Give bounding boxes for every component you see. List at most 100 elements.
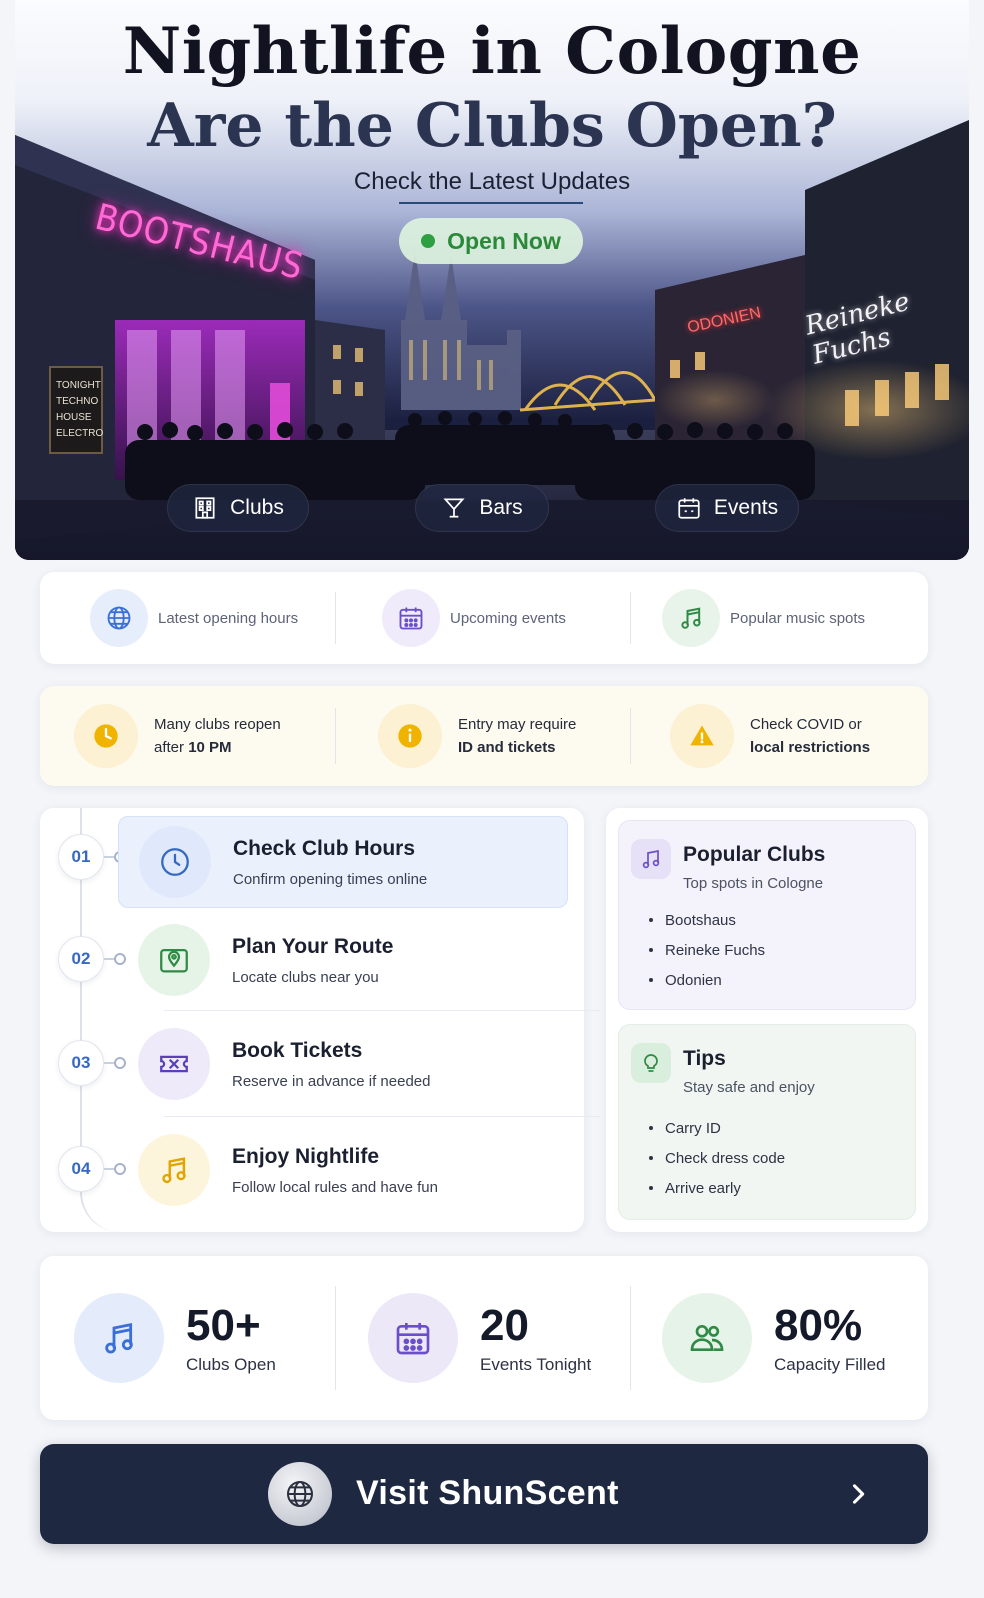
step-connector: [104, 1163, 126, 1175]
step-desc: Locate clubs near you: [232, 968, 379, 986]
visit-shunscent-button[interactable]: Visit ShunScent: [40, 1444, 928, 1544]
globe-icon: [107, 606, 131, 630]
popular-clubs-list: Bootshaus Reineke Fuchs Odonien: [649, 905, 765, 995]
cocktail-icon: [443, 498, 466, 518]
step-connector: [104, 1057, 126, 1069]
step-check-club-hours[interactable]: Check Club Hours Confirm opening times o…: [118, 816, 568, 908]
divider: [335, 592, 336, 644]
music-chalkboard: TONIGHT TECHNO HOUSE ELECTRO: [49, 366, 103, 454]
music-note-icon: [105, 1322, 133, 1354]
step-title: Enjoy Nightlife: [232, 1144, 379, 1168]
list-item: Check dress code: [649, 1143, 785, 1173]
panel-subtitle: Top spots in Cologne: [683, 875, 824, 892]
step-title: Check Club Hours: [233, 836, 416, 860]
list-item[interactable]: Reineke Fuchs: [649, 935, 765, 965]
divider: [335, 1286, 336, 1390]
chalkboard-line: TONIGHT: [56, 380, 101, 391]
stat-value: 50+: [186, 1301, 261, 1350]
tips-panel: Tips Stay safe and enjoy Carry ID Check …: [618, 1024, 916, 1220]
feature-icon-wrap: [90, 589, 148, 647]
stats-card: 50+ Clubs Open 20 Events Tonight 80% Cap…: [40, 1256, 928, 1420]
popular-clubs-panel: Popular Clubs Top spots in Cologne Boots…: [618, 820, 916, 1010]
status-badge-label: Open Now: [447, 227, 561, 254]
calendar-icon: [678, 498, 700, 519]
people-icon: [690, 1325, 724, 1351]
step-book-tickets[interactable]: Book Tickets Reserve in advance if neede…: [118, 1018, 568, 1110]
notice-icon-wrap: [74, 704, 138, 768]
notice-id-tickets: Entry may require ID and tickets: [378, 704, 576, 768]
tab-clubs[interactable]: Clubs: [167, 484, 309, 532]
step-number: 02: [58, 936, 104, 982]
ticket-icon: [160, 1055, 188, 1073]
notice-line: Check COVID or: [750, 716, 862, 733]
panel-subtitle: Stay safe and enjoy: [683, 1079, 815, 1096]
stat-value: 20: [480, 1301, 529, 1350]
step-separator: [164, 1116, 600, 1117]
step-plan-route[interactable]: Plan Your Route Locate clubs near you: [118, 914, 568, 1006]
panel-icon-wrap: [631, 1043, 671, 1083]
tips-list: Carry ID Check dress code Arrive early: [649, 1113, 785, 1203]
chalkboard-line: HOUSE: [56, 412, 92, 423]
notice-reopen-time: Many clubs reopen after 10 PM: [74, 704, 281, 768]
notice-line: ID and tickets: [458, 739, 556, 756]
stat-text: 20 Events Tonight: [480, 1301, 591, 1375]
stat-icon-wrap: [662, 1293, 752, 1383]
list-item[interactable]: Bootshaus: [649, 905, 765, 935]
panel-title: Popular Clubs: [683, 843, 826, 866]
hero-banner: BOOTSHAUS TONIGHT TECHNO HOUSE ELECTRO O…: [15, 0, 969, 560]
side-info-card: Popular Clubs Top spots in Cologne Boots…: [606, 808, 928, 1232]
step-icon-wrap: [138, 1134, 210, 1206]
list-item[interactable]: Odonien: [649, 965, 765, 995]
panel-title: Tips: [683, 1047, 726, 1070]
divider: [335, 708, 336, 764]
tab-events[interactable]: Events: [655, 484, 799, 532]
step-text: Plan Your Route Locate clubs near you: [232, 935, 393, 986]
lightbulb-icon: [644, 1054, 658, 1072]
chalkboard-line: ELECTRO: [56, 428, 104, 439]
feature-label: Upcoming events: [450, 609, 566, 627]
notice-restrictions: Check COVID or local restrictions: [670, 704, 870, 768]
step-desc: Reserve in advance if needed: [232, 1072, 431, 1090]
tab-bars[interactable]: Bars: [415, 484, 549, 532]
page-title: Nightlife in Cologne: [122, 14, 862, 89]
step-text: Enjoy Nightlife Follow local rules and h…: [232, 1145, 438, 1196]
feature-upcoming-events: Upcoming events: [382, 588, 566, 648]
stat-value: 80%: [774, 1301, 863, 1350]
feature-opening-hours: Latest opening hours: [90, 588, 298, 648]
step-desc: Confirm opening times online: [233, 870, 428, 888]
feature-label: Popular music spots: [730, 609, 866, 627]
info-icon: [398, 724, 422, 748]
page-subtitle: Are the Clubs Open?: [147, 91, 837, 161]
steps-card: 01 Check Club Hours Confirm opening time…: [40, 808, 600, 1232]
notices-card: Many clubs reopen after 10 PM Entry may …: [40, 686, 928, 786]
step-connector: [104, 851, 126, 863]
cta-icon-wrap: [268, 1462, 332, 1526]
divider: [630, 708, 631, 764]
feature-music-spots: Popular music spots: [662, 588, 865, 648]
stat-icon-wrap: [74, 1293, 164, 1383]
music-note-icon: [681, 607, 701, 629]
notice-line: Entry may require: [458, 716, 577, 733]
step-icon-wrap: [139, 826, 211, 898]
map-pin-icon: [160, 948, 188, 973]
step-desc: Follow local rules and have fun: [232, 1178, 438, 1196]
feature-label: Latest opening hours: [158, 609, 299, 627]
feature-icon-wrap: [662, 589, 720, 647]
features-card: Latest opening hours Upcoming events Pop…: [40, 572, 928, 664]
stat-events-tonight: 20 Events Tonight: [368, 1292, 591, 1384]
panel-icon-wrap: [631, 839, 671, 879]
divider: [630, 592, 631, 644]
notice-text: Many clubs reopen after 10 PM: [154, 713, 281, 759]
stat-label: Events Tonight: [480, 1355, 592, 1374]
notice-icon-wrap: [670, 704, 734, 768]
music-note-icon: [642, 849, 660, 869]
step-icon-wrap: [138, 924, 210, 996]
tab-events-label: Events: [713, 496, 779, 519]
step-enjoy-nightlife[interactable]: Enjoy Nightlife Follow local rules and h…: [118, 1124, 568, 1216]
step-separator: [164, 1010, 600, 1011]
tagline-underline: [399, 202, 583, 204]
notice-line: Many clubs reopen: [154, 716, 281, 733]
notice-line: local restrictions: [750, 739, 871, 756]
list-item: Arrive early: [649, 1173, 785, 1203]
tab-clubs-label: Clubs: [230, 496, 284, 519]
